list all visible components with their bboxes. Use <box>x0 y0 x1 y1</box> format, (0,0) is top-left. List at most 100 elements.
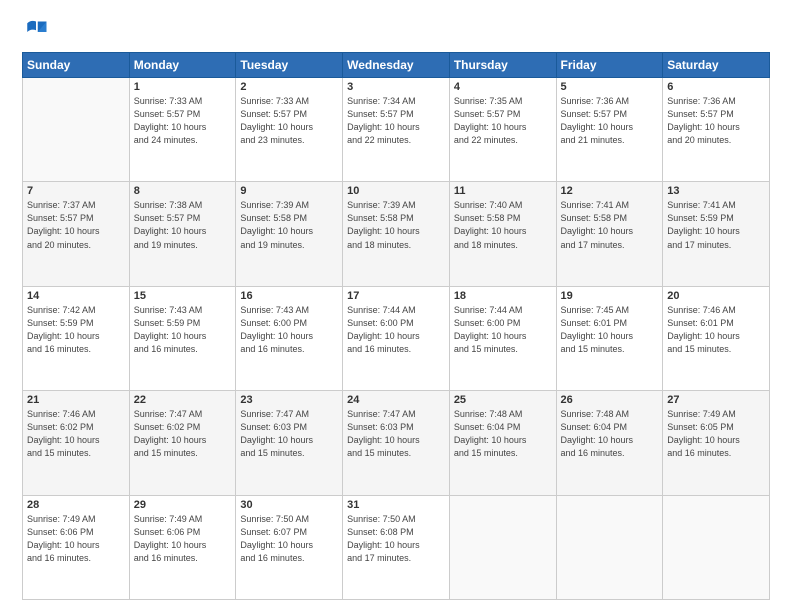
day-number: 4 <box>454 81 552 93</box>
day-info: Sunrise: 7:35 AMSunset: 5:57 PMDaylight:… <box>454 95 552 147</box>
day-number: 20 <box>667 290 765 302</box>
day-info: Sunrise: 7:49 AMSunset: 6:05 PMDaylight:… <box>667 408 765 460</box>
calendar-cell <box>663 495 770 599</box>
day-info: Sunrise: 7:49 AMSunset: 6:06 PMDaylight:… <box>134 513 232 565</box>
day-info: Sunrise: 7:44 AMSunset: 6:00 PMDaylight:… <box>454 304 552 356</box>
weekday-header-thursday: Thursday <box>449 53 556 78</box>
calendar-cell: 7 Sunrise: 7:37 AMSunset: 5:57 PMDaylight… <box>23 182 130 286</box>
page-header <box>22 18 770 46</box>
day-info: Sunrise: 7:47 AMSunset: 6:03 PMDaylight:… <box>240 408 338 460</box>
day-info: Sunrise: 7:36 AMSunset: 5:57 PMDaylight:… <box>667 95 765 147</box>
calendar-cell: 5 Sunrise: 7:36 AMSunset: 5:57 PMDaylight… <box>556 78 663 182</box>
logo <box>22 18 54 46</box>
day-number: 16 <box>240 290 338 302</box>
calendar-cell: 22Sunrise: 7:47 AMSunset: 6:02 PMDayligh… <box>129 391 236 495</box>
calendar-cell: 24Sunrise: 7:47 AMSunset: 6:03 PMDayligh… <box>343 391 450 495</box>
calendar-cell: 29 Sunrise: 7:49 AMSunset: 6:06 PMDayligh… <box>129 495 236 599</box>
day-number: 25 <box>454 394 552 406</box>
calendar-cell: 12Sunrise: 7:41 AMSunset: 5:58 PMDayligh… <box>556 182 663 286</box>
day-number: 3 <box>347 81 445 93</box>
calendar-cell <box>449 495 556 599</box>
day-info: Sunrise: 7:36 AMSunset: 5:57 PMDaylight:… <box>561 95 659 147</box>
calendar-table: SundayMondayTuesdayWednesdayThursdayFrid… <box>22 52 770 600</box>
calendar-cell: 1 Sunrise: 7:33 AMSunset: 5:57 PMDaylight… <box>129 78 236 182</box>
day-info: Sunrise: 7:47 AMSunset: 6:02 PMDaylight:… <box>134 408 232 460</box>
day-number: 11 <box>454 185 552 197</box>
calendar-cell: 9Sunrise: 7:39 AMSunset: 5:58 PMDaylight… <box>236 182 343 286</box>
day-number: 9 <box>240 185 338 197</box>
calendar-cell: 3 Sunrise: 7:34 AMSunset: 5:57 PMDaylight… <box>343 78 450 182</box>
week-row-1: 1 Sunrise: 7:33 AMSunset: 5:57 PMDaylight… <box>23 78 770 182</box>
weekday-header-wednesday: Wednesday <box>343 53 450 78</box>
calendar-cell: 11 Sunrise: 7:40 AMSunset: 5:58 PMDayligh… <box>449 182 556 286</box>
calendar-cell: 18 Sunrise: 7:44 AMSunset: 6:00 PMDayligh… <box>449 286 556 390</box>
day-info: Sunrise: 7:38 AMSunset: 5:57 PMDaylight:… <box>134 199 232 251</box>
day-number: 27 <box>667 394 765 406</box>
calendar-cell: 21Sunrise: 7:46 AMSunset: 6:02 PMDayligh… <box>23 391 130 495</box>
day-info: Sunrise: 7:45 AMSunset: 6:01 PMDaylight:… <box>561 304 659 356</box>
day-info: Sunrise: 7:46 AMSunset: 6:01 PMDaylight:… <box>667 304 765 356</box>
week-row-5: 28 Sunrise: 7:49 AMSunset: 6:06 PMDayligh… <box>23 495 770 599</box>
day-info: Sunrise: 7:50 AMSunset: 6:07 PMDaylight:… <box>240 513 338 565</box>
calendar-cell: 14 Sunrise: 7:42 AMSunset: 5:59 PMDayligh… <box>23 286 130 390</box>
calendar-cell: 28 Sunrise: 7:49 AMSunset: 6:06 PMDayligh… <box>23 495 130 599</box>
calendar-cell: 13 Sunrise: 7:41 AMSunset: 5:59 PMDayligh… <box>663 182 770 286</box>
day-number: 30 <box>240 499 338 511</box>
day-info: Sunrise: 7:40 AMSunset: 5:58 PMDaylight:… <box>454 199 552 251</box>
day-info: Sunrise: 7:48 AMSunset: 6:04 PMDaylight:… <box>454 408 552 460</box>
day-number: 17 <box>347 290 445 302</box>
weekday-header-monday: Monday <box>129 53 236 78</box>
day-number: 15 <box>134 290 232 302</box>
day-info: Sunrise: 7:41 AMSunset: 5:59 PMDaylight:… <box>667 199 765 251</box>
day-number: 19 <box>561 290 659 302</box>
calendar-cell: 4 Sunrise: 7:35 AMSunset: 5:57 PMDaylight… <box>449 78 556 182</box>
logo-icon <box>22 18 50 46</box>
day-number: 6 <box>667 81 765 93</box>
day-number: 21 <box>27 394 125 406</box>
day-info: Sunrise: 7:42 AMSunset: 5:59 PMDaylight:… <box>27 304 125 356</box>
day-number: 10 <box>347 185 445 197</box>
day-info: Sunrise: 7:34 AMSunset: 5:57 PMDaylight:… <box>347 95 445 147</box>
day-number: 26 <box>561 394 659 406</box>
calendar-cell: 2 Sunrise: 7:33 AMSunset: 5:57 PMDaylight… <box>236 78 343 182</box>
week-row-2: 7 Sunrise: 7:37 AMSunset: 5:57 PMDaylight… <box>23 182 770 286</box>
calendar-cell: 20 Sunrise: 7:46 AMSunset: 6:01 PMDayligh… <box>663 286 770 390</box>
day-info: Sunrise: 7:33 AMSunset: 5:57 PMDaylight:… <box>240 95 338 147</box>
day-number: 12 <box>561 185 659 197</box>
day-info: Sunrise: 7:49 AMSunset: 6:06 PMDaylight:… <box>27 513 125 565</box>
week-row-3: 14 Sunrise: 7:42 AMSunset: 5:59 PMDayligh… <box>23 286 770 390</box>
weekday-header-friday: Friday <box>556 53 663 78</box>
calendar-cell: 31 Sunrise: 7:50 AMSunset: 6:08 PMDayligh… <box>343 495 450 599</box>
day-info: Sunrise: 7:44 AMSunset: 6:00 PMDaylight:… <box>347 304 445 356</box>
day-info: Sunrise: 7:50 AMSunset: 6:08 PMDaylight:… <box>347 513 445 565</box>
week-row-4: 21Sunrise: 7:46 AMSunset: 6:02 PMDayligh… <box>23 391 770 495</box>
weekday-header-saturday: Saturday <box>663 53 770 78</box>
day-info: Sunrise: 7:43 AMSunset: 5:59 PMDaylight:… <box>134 304 232 356</box>
weekday-header-sunday: Sunday <box>23 53 130 78</box>
day-number: 1 <box>134 81 232 93</box>
calendar-cell: 19 Sunrise: 7:45 AMSunset: 6:01 PMDayligh… <box>556 286 663 390</box>
day-number: 7 <box>27 185 125 197</box>
calendar-cell: 27 Sunrise: 7:49 AMSunset: 6:05 PMDayligh… <box>663 391 770 495</box>
day-number: 13 <box>667 185 765 197</box>
day-number: 31 <box>347 499 445 511</box>
day-number: 5 <box>561 81 659 93</box>
day-number: 18 <box>454 290 552 302</box>
day-info: Sunrise: 7:39 AMSunset: 5:58 PMDaylight:… <box>347 199 445 251</box>
day-number: 24 <box>347 394 445 406</box>
day-number: 8 <box>134 185 232 197</box>
day-number: 28 <box>27 499 125 511</box>
day-number: 23 <box>240 394 338 406</box>
day-number: 2 <box>240 81 338 93</box>
calendar-cell: 25 Sunrise: 7:48 AMSunset: 6:04 PMDayligh… <box>449 391 556 495</box>
calendar-cell: 8 Sunrise: 7:38 AMSunset: 5:57 PMDaylight… <box>129 182 236 286</box>
day-info: Sunrise: 7:33 AMSunset: 5:57 PMDaylight:… <box>134 95 232 147</box>
day-number: 14 <box>27 290 125 302</box>
calendar-cell: 16 Sunrise: 7:43 AMSunset: 6:00 PMDayligh… <box>236 286 343 390</box>
day-info: Sunrise: 7:48 AMSunset: 6:04 PMDaylight:… <box>561 408 659 460</box>
day-info: Sunrise: 7:37 AMSunset: 5:57 PMDaylight:… <box>27 199 125 251</box>
day-info: Sunrise: 7:43 AMSunset: 6:00 PMDaylight:… <box>240 304 338 356</box>
calendar-cell: 23 Sunrise: 7:47 AMSunset: 6:03 PMDayligh… <box>236 391 343 495</box>
day-number: 29 <box>134 499 232 511</box>
calendar-cell <box>23 78 130 182</box>
